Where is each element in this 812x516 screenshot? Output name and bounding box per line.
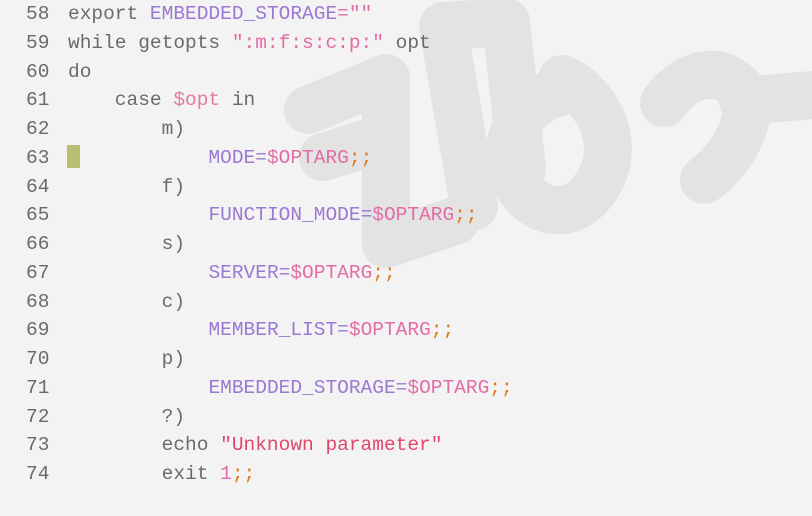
- line-number: 66: [26, 233, 50, 255]
- code-token: =: [360, 204, 373, 227]
- code-token: $OPTARG: [372, 204, 455, 227]
- code-token: 1: [220, 463, 232, 485]
- code-token: $OPTARG: [290, 261, 373, 284]
- line-number: 68: [26, 290, 50, 313]
- line-number: 70: [26, 348, 50, 370]
- line-number: 63: [26, 146, 50, 169]
- code-token: echo: [68, 434, 221, 457]
- code-token: =: [395, 376, 408, 399]
- text-cursor: [67, 145, 80, 168]
- code-token: s): [68, 233, 186, 255]
- code-text[interactable]: EMBEDDED_STORAGE=$OPTARG;;: [68, 374, 513, 402]
- code-text[interactable]: FUNCTION_MODE=$OPTARG;;: [68, 201, 478, 229]
- code-token: ?): [68, 405, 186, 428]
- code-token: =: [278, 261, 291, 284]
- code-token: FUNCTION_MODE: [208, 204, 361, 227]
- code-text[interactable]: MEMBER_LIST=$OPTARG;;: [68, 316, 454, 344]
- code-text[interactable]: m): [68, 115, 185, 143]
- code-text[interactable]: ?): [68, 403, 185, 431]
- code-text[interactable]: p): [68, 345, 185, 373]
- line-number: 71: [26, 376, 50, 399]
- code-token: p): [68, 348, 186, 370]
- code-token: EMBEDDED_STORAGE: [149, 3, 338, 25]
- line-number: 61: [26, 89, 50, 112]
- line-number: 60: [26, 60, 50, 83]
- code-text[interactable]: c): [68, 288, 185, 316]
- code-token: export: [68, 3, 150, 25]
- code-token: $OPTARG: [348, 319, 431, 342]
- code-token: EMBEDDED_STORAGE: [208, 376, 396, 399]
- line-number: 64: [26, 175, 50, 198]
- code-text[interactable]: do: [68, 58, 91, 86]
- code-token: do: [68, 60, 92, 83]
- line-number: 62: [26, 118, 50, 140]
- line-number: 65: [26, 204, 50, 227]
- code-token: exit: [68, 463, 221, 485]
- code-token: ":m:f:s:c:p:": [231, 31, 384, 54]
- code-token: opt: [383, 31, 431, 54]
- code-token: $OPTARG: [266, 146, 349, 169]
- code-token: case: [68, 89, 174, 112]
- line-number: 72: [26, 405, 50, 428]
- code-token: =: [255, 146, 267, 169]
- code-token: "Unknown parameter": [220, 434, 443, 457]
- code-token: ;;: [430, 319, 455, 342]
- code-token: c): [68, 290, 186, 313]
- code-token: in: [220, 89, 256, 112]
- code-token: ;;: [231, 463, 256, 485]
- code-token: MEMBER_LIST: [208, 319, 338, 342]
- code-editor[interactable]: 58 export EMBEDDED_STORAGE="" 59 while geto…: [0, 0, 812, 516]
- code-text[interactable]: f): [68, 173, 185, 201]
- code-token: MODE: [208, 146, 256, 169]
- code-token: ;;: [489, 376, 513, 399]
- line-number: 59: [26, 31, 50, 54]
- code-text[interactable]: export EMBEDDED_STORAGE="": [68, 0, 372, 28]
- code-text[interactable]: exit 1;;: [68, 460, 256, 488]
- code-text[interactable]: s): [68, 230, 185, 258]
- code-token: $OPTARG: [407, 376, 490, 399]
- code-token: ;;: [372, 261, 396, 284]
- code-token: ="": [337, 3, 373, 25]
- code-token: $opt: [173, 89, 221, 112]
- code-text[interactable]: MODE=$OPTARG;;: [68, 144, 372, 172]
- line-number: 69: [26, 319, 50, 342]
- code-text[interactable]: while getopts ":m:f:s:c:p:" opt: [68, 29, 431, 57]
- line-number: 73: [26, 434, 50, 457]
- code-token: ;;: [348, 146, 373, 169]
- code-token: while getopts: [68, 31, 232, 54]
- code-text[interactable]: SERVER=$OPTARG;;: [68, 259, 396, 287]
- line-number: 67: [26, 261, 50, 284]
- code-token: =: [337, 319, 349, 342]
- code-text[interactable]: case $opt in: [68, 86, 255, 114]
- code-text[interactable]: echo "Unknown parameter": [68, 431, 443, 459]
- line-number: 58: [26, 3, 50, 25]
- line-number: 74: [26, 463, 50, 485]
- code-token: SERVER: [208, 261, 279, 284]
- code-token: ;;: [454, 204, 478, 227]
- code-token: f): [68, 175, 186, 198]
- code-token: m): [68, 118, 186, 140]
